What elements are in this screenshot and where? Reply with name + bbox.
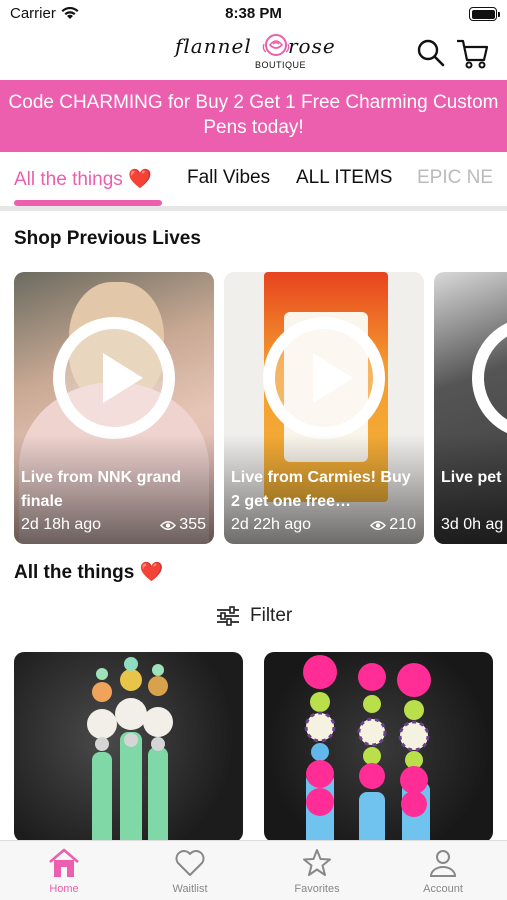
tabs-divider xyxy=(0,206,507,211)
promo-text: Code CHARMING for Buy 2 Get 1 Free Charm… xyxy=(8,92,499,138)
live-card[interactable]: Live from NNK grand finale 2d 18h ago 35… xyxy=(14,272,214,544)
tab-all-items[interactable]: ALL ITEMS xyxy=(296,167,392,189)
store-logo[interactable]: flannel rose BOUTIQUE xyxy=(175,32,335,74)
nav-account[interactable]: Account xyxy=(393,847,493,895)
logo-word-rose: rose xyxy=(288,34,336,58)
person-icon xyxy=(429,850,457,877)
status-bar: Carrier 8:38 PM xyxy=(0,0,507,30)
live-card[interactable]: Live pet 3d 0h ag xyxy=(434,272,507,544)
live-card-title: Live from Carmies! Buy 2 get one free… xyxy=(231,469,411,510)
live-card-title: Live pet xyxy=(441,469,502,486)
play-icon[interactable] xyxy=(53,317,175,439)
star-icon xyxy=(303,849,331,876)
live-card-time: 2d 22h ago xyxy=(231,516,312,533)
tab-all-the-things[interactable]: All the things ❤️ xyxy=(14,167,152,191)
battery-icon xyxy=(469,7,500,21)
logo-subtitle: BOUTIQUE xyxy=(255,60,307,70)
bottom-nav: Home Waitlist Favorites Account xyxy=(0,840,507,900)
nav-account-label: Account xyxy=(423,883,463,895)
cart-icon[interactable] xyxy=(456,38,490,70)
product-image xyxy=(87,657,173,842)
live-card-time: 2d 18h ago xyxy=(21,516,102,533)
live-card[interactable]: Live from Carmies! Buy 2 get one free… 2… xyxy=(224,272,424,544)
nav-waitlist-label: Waitlist xyxy=(172,883,208,895)
product-image xyxy=(303,655,431,842)
product-card[interactable] xyxy=(14,652,243,842)
search-icon[interactable] xyxy=(416,38,446,68)
nav-favorites-label: Favorites xyxy=(294,883,340,895)
tab-epic-new[interactable]: EPIC NE xyxy=(417,167,493,189)
heart-icon xyxy=(175,850,205,876)
nav-home[interactable]: Home xyxy=(14,847,114,895)
filter-button[interactable]: Filter xyxy=(216,605,292,627)
tab-fall-vibes[interactable]: Fall Vibes xyxy=(187,167,270,189)
play-icon[interactable] xyxy=(472,317,507,439)
products-section-title: All the things ❤️ xyxy=(14,562,164,583)
live-card-title: Live from NNK grand finale xyxy=(21,469,182,510)
promo-banner[interactable]: Code CHARMING for Buy 2 Get 1 Free Charm… xyxy=(0,80,507,152)
nav-home-label: Home xyxy=(49,883,79,895)
play-icon[interactable] xyxy=(263,317,385,439)
status-time: 8:38 PM xyxy=(225,5,282,22)
eye-icon xyxy=(160,520,177,530)
home-icon xyxy=(49,848,79,877)
view-count: 355 xyxy=(179,516,206,533)
sliders-icon xyxy=(217,606,239,626)
live-card-views: 355 xyxy=(160,516,206,534)
nav-favorites[interactable]: Favorites xyxy=(267,847,367,895)
live-card-time: 3d 0h ag xyxy=(441,516,504,533)
previous-lives-title: Shop Previous Lives xyxy=(14,228,201,249)
view-count: 210 xyxy=(389,516,416,533)
logo-word-flannel: flannel xyxy=(175,34,252,58)
header: flannel rose BOUTIQUE xyxy=(0,30,507,80)
nav-waitlist[interactable]: Waitlist xyxy=(140,847,240,895)
live-card-views: 210 xyxy=(370,516,416,534)
eye-icon xyxy=(370,520,387,530)
product-card[interactable] xyxy=(264,652,493,842)
filter-label: Filter xyxy=(250,605,293,626)
